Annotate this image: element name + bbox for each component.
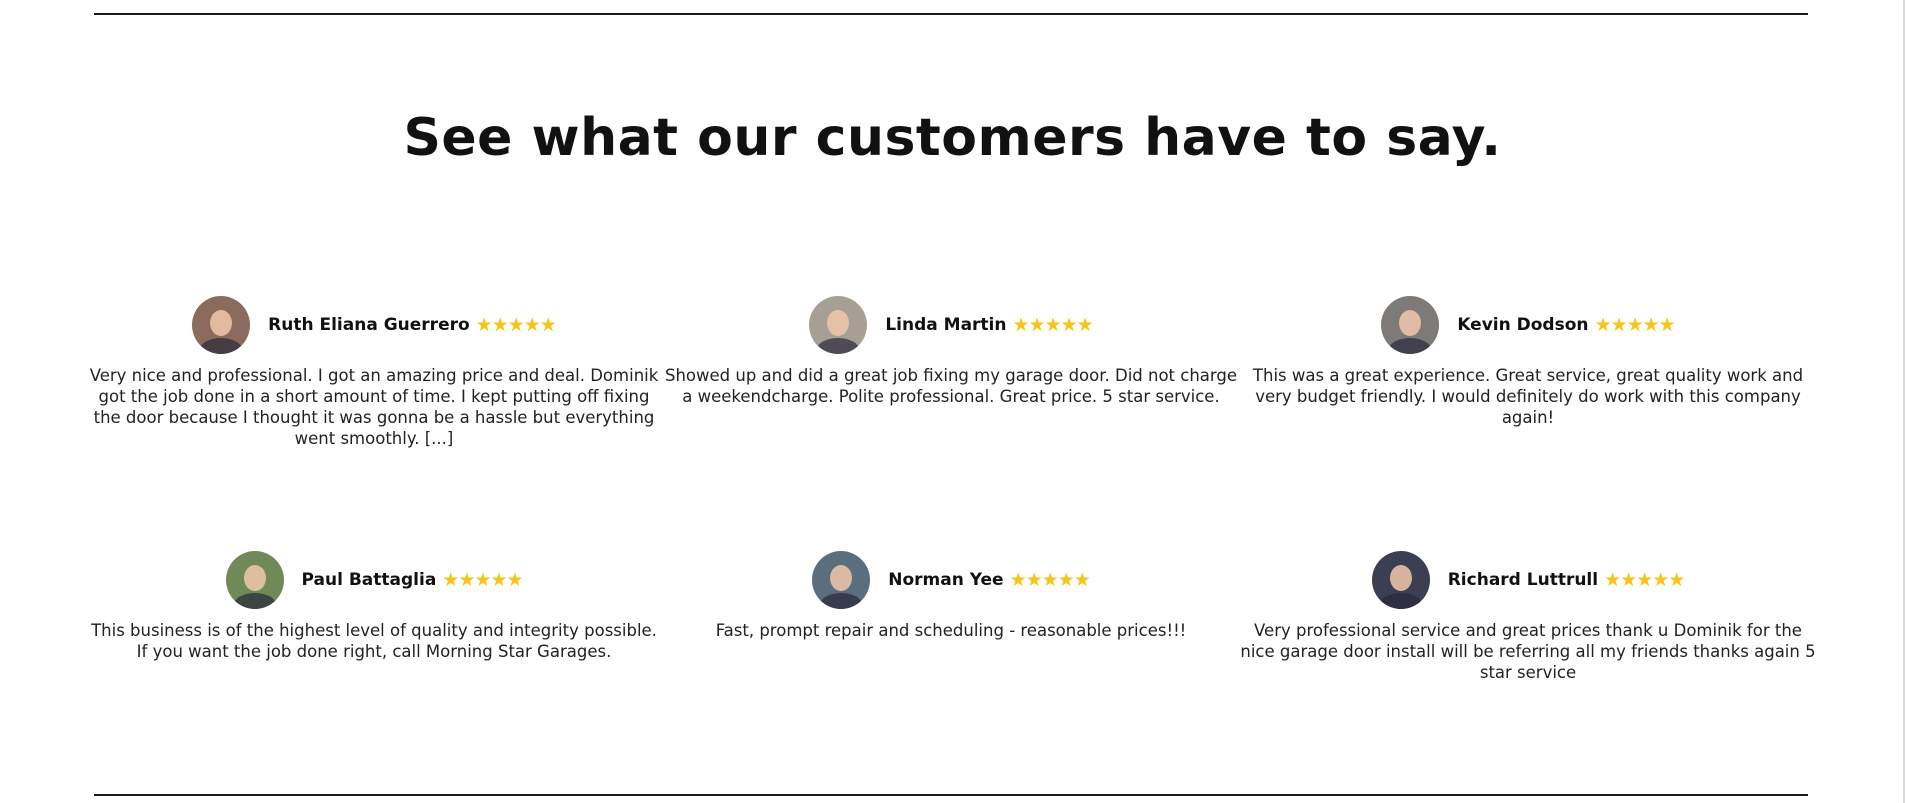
reviewer-avatar <box>1371 551 1430 609</box>
reviewer-avatar <box>192 296 251 354</box>
review-text: This was a great experience. Great servi… <box>1252 366 1804 427</box>
star-rating-icon: ★★★★★ <box>442 569 523 591</box>
reviewer-name: Kevin Dodson <box>1457 315 1589 335</box>
reviewer-avatar <box>1381 296 1440 354</box>
star-rating-icon: ★★★★★ <box>1009 569 1091 591</box>
star-rating-icon: ★★★★★ <box>475 314 557 336</box>
reviewer-avatar <box>809 296 868 354</box>
review-header: Linda Martin ★★★★★ <box>661 295 1241 355</box>
review-text: This business is of the highest level of… <box>91 621 657 661</box>
reviewer-name: Linda Martin <box>885 315 1007 335</box>
reviewer-name: Richard Luttrull <box>1447 570 1599 590</box>
star-rating-icon: ★★★★★ <box>1594 314 1676 336</box>
review-card: Paul Battaglia ★★★★★ This business is of… <box>84 550 664 662</box>
review-card: Norman Yee ★★★★★ Fast, prompt repair and… <box>661 550 1241 641</box>
reviewer-name: Norman Yee <box>888 570 1004 590</box>
review-header: Richard Luttrull ★★★★★ <box>1238 550 1818 610</box>
review-header: Paul Battaglia ★★★★★ <box>84 550 664 610</box>
review-text: Fast, prompt repair and scheduling - rea… <box>715 621 1187 640</box>
review-card: Richard Luttrull ★★★★★ Very professional… <box>1238 550 1818 683</box>
section-heading: See what our customers have to say. <box>403 108 1502 168</box>
review-card: Linda Martin ★★★★★ Showed up and did a g… <box>661 295 1241 407</box>
review-card: Ruth Eliana Guerrero ★★★★★ Very nice and… <box>84 295 664 449</box>
review-card: Kevin Dodson ★★★★★ This was a great expe… <box>1238 295 1818 428</box>
reviewer-avatar <box>225 551 284 609</box>
review-text: Very professional service and great pric… <box>1240 621 1816 682</box>
bottom-divider <box>94 794 1808 796</box>
star-rating-icon: ★★★★★ <box>1604 569 1685 591</box>
star-rating-icon: ★★★★★ <box>1012 314 1093 336</box>
review-header: Kevin Dodson ★★★★★ <box>1238 295 1818 355</box>
review-header: Ruth Eliana Guerrero ★★★★★ <box>84 295 664 355</box>
reviewer-name: Ruth Eliana Guerrero <box>268 315 470 335</box>
reviewer-avatar <box>812 551 871 609</box>
review-text: Showed up and did a great job fixing my … <box>664 366 1238 406</box>
review-text: Very nice and professional. I got an ama… <box>89 366 659 448</box>
reviewer-name: Paul Battaglia <box>301 570 437 590</box>
review-header: Norman Yee ★★★★★ <box>661 550 1241 610</box>
top-divider <box>94 13 1808 15</box>
